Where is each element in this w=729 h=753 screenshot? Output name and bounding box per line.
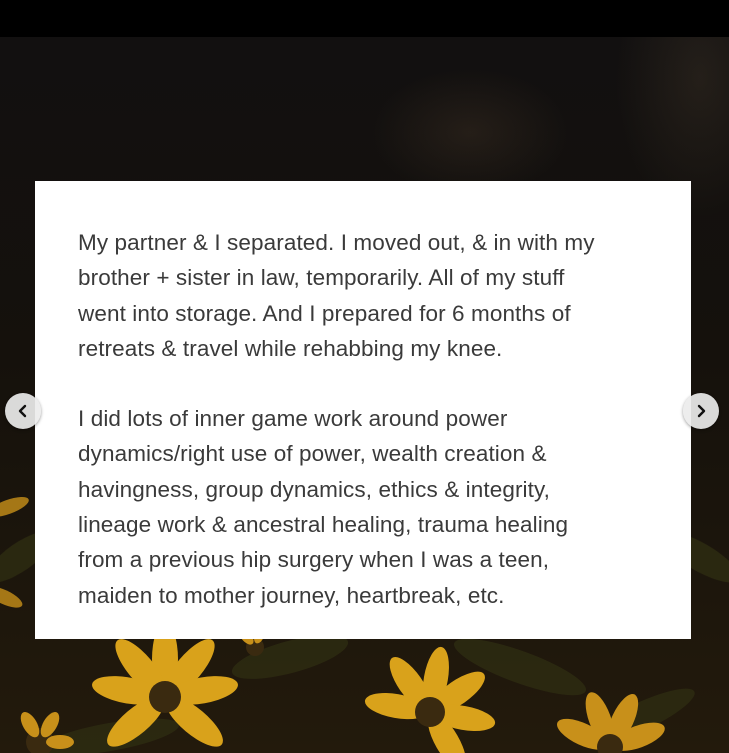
text-card: My partner & I separated. I moved out, &… xyxy=(35,181,691,639)
previous-slide-button[interactable] xyxy=(5,393,41,429)
paragraph-1: My partner & I separated. I moved out, &… xyxy=(78,230,595,361)
paragraph-2: I did lots of inner game work around pow… xyxy=(78,406,569,608)
next-slide-button[interactable] xyxy=(683,393,719,429)
chevron-right-icon xyxy=(697,404,706,418)
top-bar xyxy=(0,0,729,37)
chevron-left-icon xyxy=(18,404,27,418)
